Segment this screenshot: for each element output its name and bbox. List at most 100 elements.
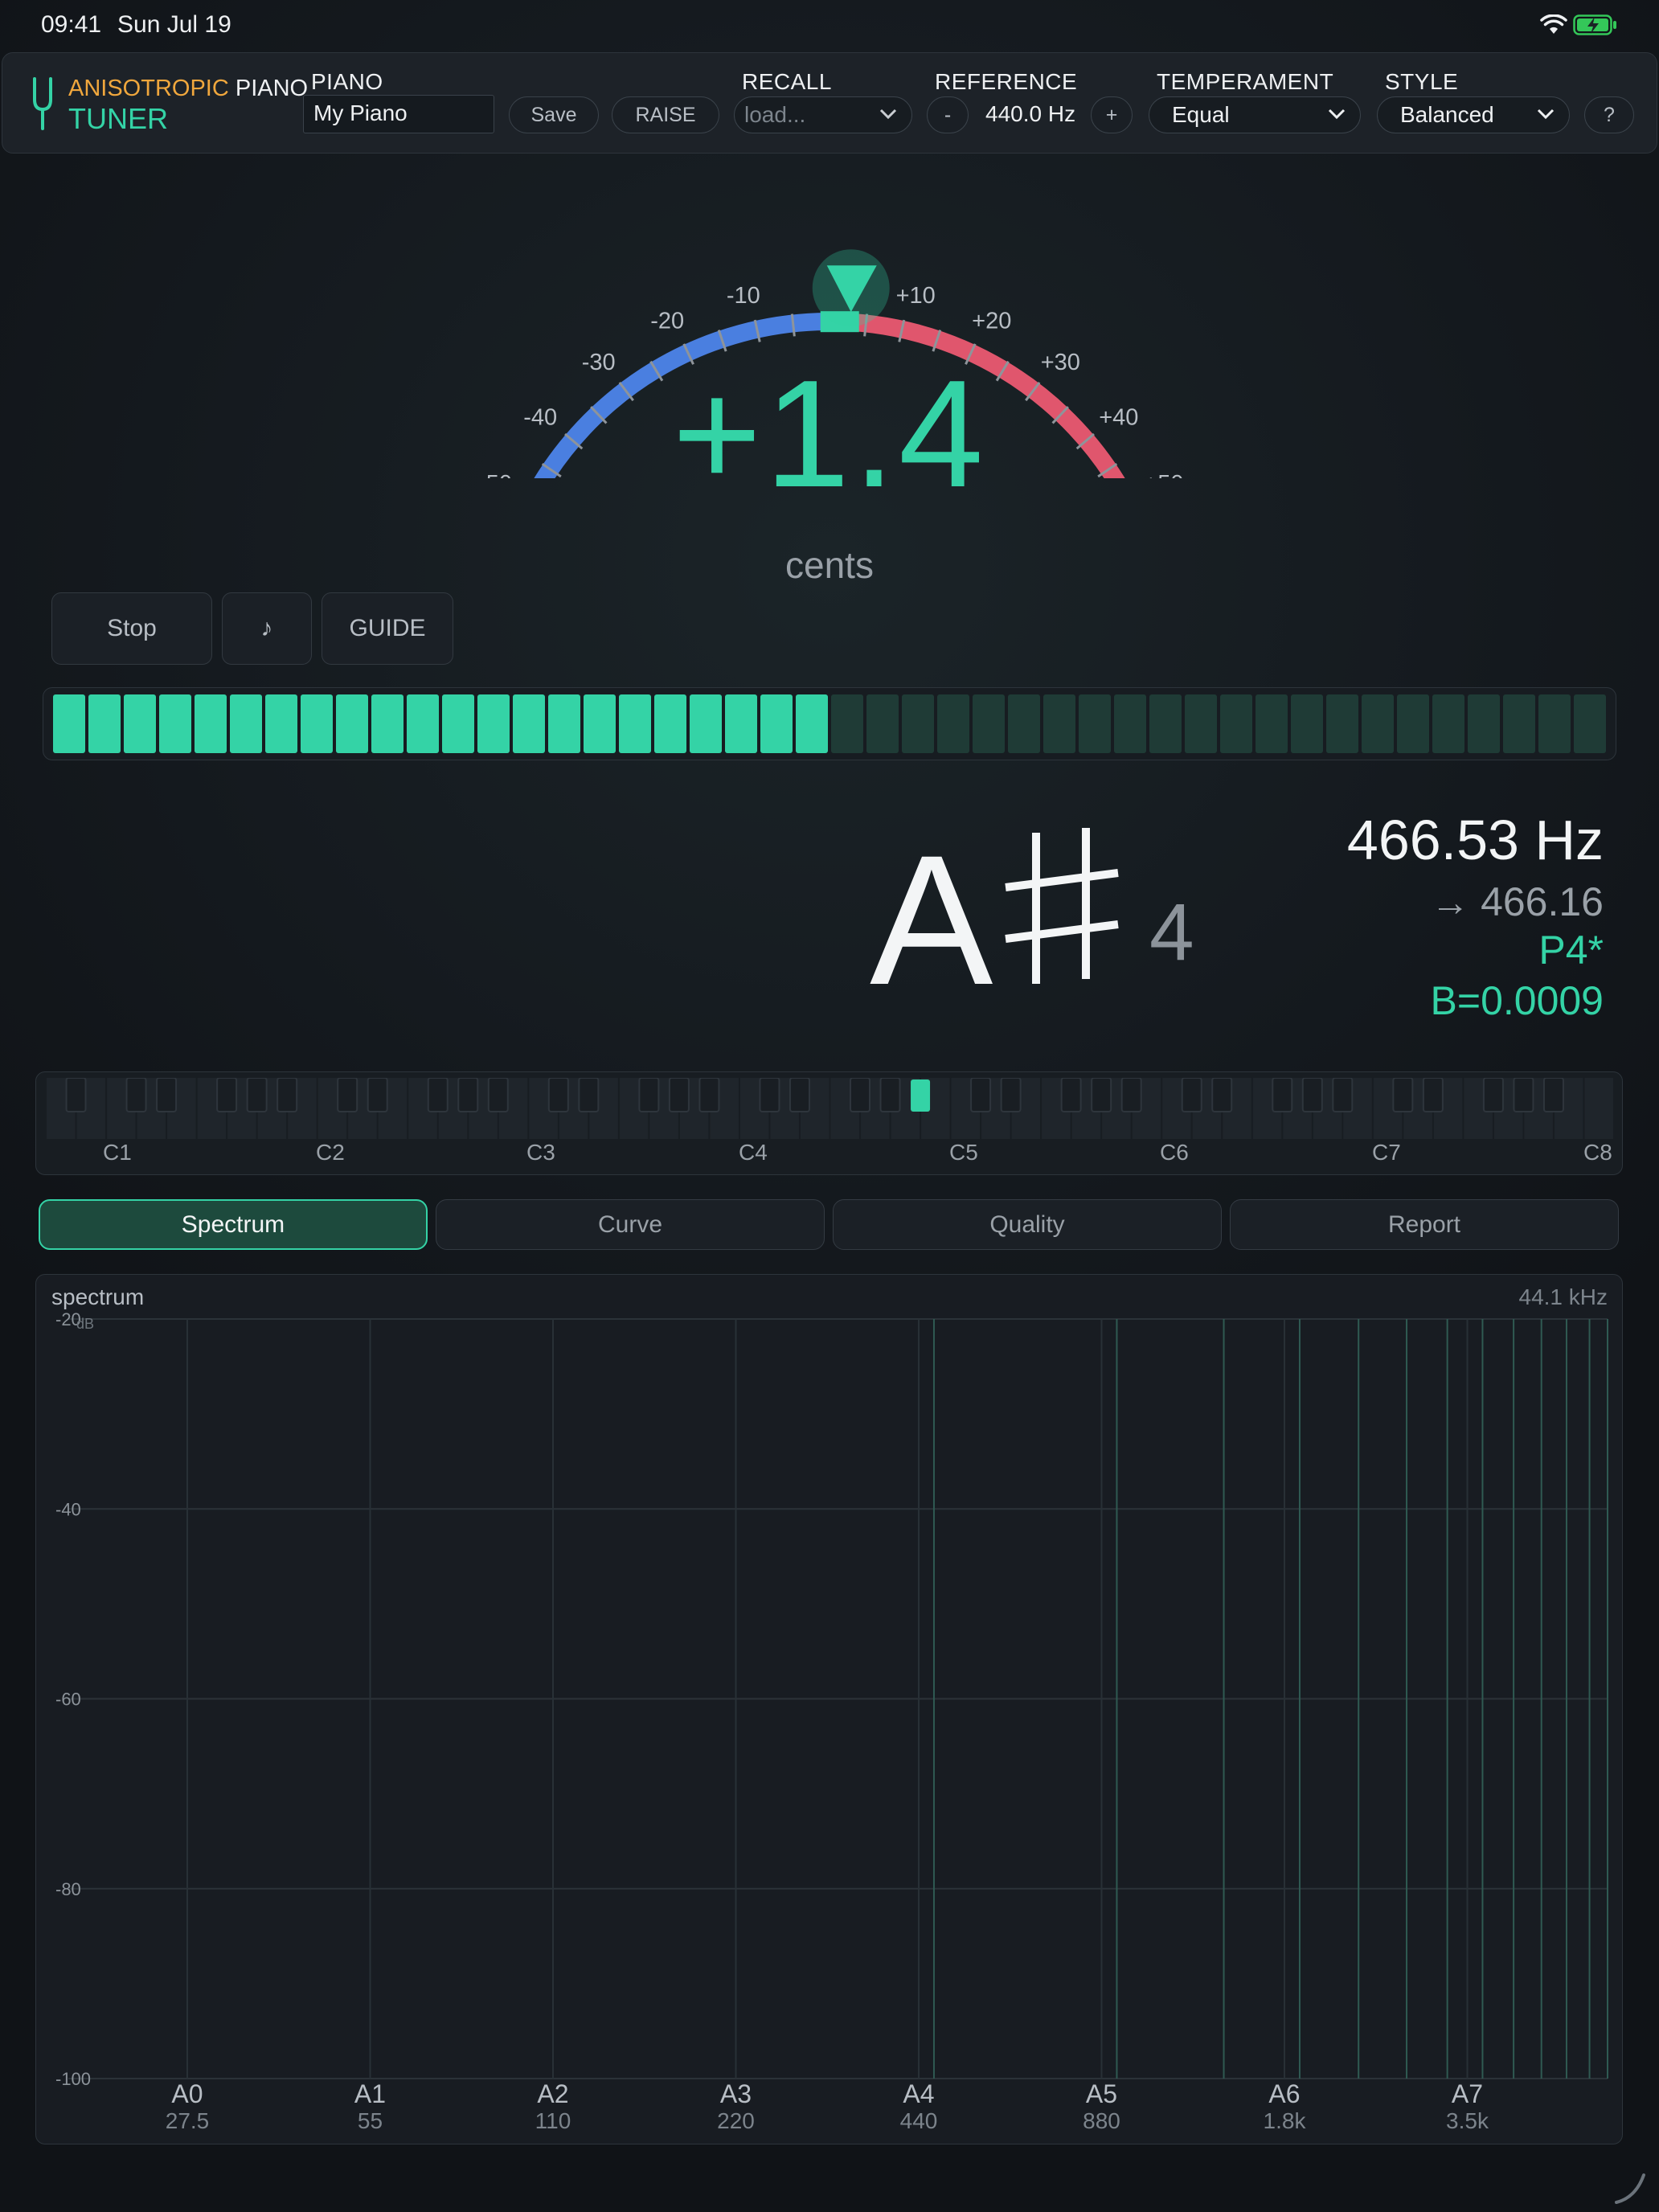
- spectrum-y-tick-label: -40: [55, 1499, 81, 1519]
- black-key[interactable]: [1392, 1078, 1414, 1112]
- detected-frequency: 466.53 Hz: [1346, 809, 1604, 871]
- level-meter-segment: [937, 694, 969, 753]
- level-meter-segment: [1574, 694, 1606, 753]
- music-note-icon: ♪: [260, 615, 273, 641]
- level-meter-segment: [124, 694, 156, 753]
- black-key[interactable]: [65, 1078, 87, 1112]
- level-meter-segment: [88, 694, 121, 753]
- black-key[interactable]: [156, 1078, 178, 1112]
- tab-spectrum[interactable]: Spectrum: [39, 1199, 428, 1250]
- black-key[interactable]: [1272, 1078, 1293, 1112]
- black-key[interactable]: [1513, 1078, 1534, 1112]
- stop-button[interactable]: Stop: [51, 592, 212, 665]
- guide-button[interactable]: GUIDE: [322, 592, 453, 665]
- level-meter-segment: [301, 694, 333, 753]
- note-octave: 4: [1149, 887, 1194, 977]
- level-meter-segment: [973, 694, 1005, 753]
- black-key[interactable]: [427, 1078, 449, 1112]
- octave-label-c3: C3: [526, 1140, 555, 1165]
- black-key[interactable]: [1060, 1078, 1082, 1112]
- brand-word-tuner: TUNER: [68, 102, 168, 135]
- resize-handle-icon[interactable]: [1612, 2170, 1647, 2206]
- black-key[interactable]: [668, 1078, 690, 1112]
- black-key[interactable]: [638, 1078, 660, 1112]
- reference-tone-button[interactable]: ♪: [222, 592, 312, 665]
- status-time: 09:41: [41, 11, 102, 38]
- level-meter-segment: [654, 694, 686, 753]
- black-key[interactable]: [125, 1078, 147, 1112]
- black-key[interactable]: [1301, 1078, 1323, 1112]
- black-key[interactable]: [1181, 1078, 1202, 1112]
- level-meter-segment: [1008, 694, 1040, 753]
- black-key[interactable]: [1542, 1078, 1564, 1112]
- black-key[interactable]: [879, 1078, 901, 1112]
- level-meter-segment: [265, 694, 297, 753]
- black-key[interactable]: [1332, 1078, 1354, 1112]
- help-button[interactable]: ?: [1584, 96, 1634, 133]
- raise-button[interactable]: RAISE: [612, 96, 719, 133]
- level-meter-segment: [53, 694, 85, 753]
- spectrum-plot: -20-40-60-80-100dBA027.5A155A2110A3220A4…: [55, 1309, 1608, 2133]
- black-key[interactable]: [276, 1078, 298, 1112]
- sample-rate: 44.1 kHz: [1518, 1284, 1608, 1309]
- gauge-tick-label: -20: [650, 309, 684, 334]
- tab-curve[interactable]: Curve: [436, 1199, 825, 1250]
- spectrum-x-freq-label: 55: [358, 2108, 383, 2133]
- tab-report[interactable]: Report: [1230, 1199, 1619, 1250]
- black-key[interactable]: [246, 1078, 268, 1112]
- recall-label: RECALL: [742, 69, 832, 94]
- level-meter-segment: [1397, 694, 1429, 753]
- black-key[interactable]: [487, 1078, 509, 1112]
- style-select[interactable]: Balanced: [1377, 96, 1570, 133]
- white-key[interactable]: [1584, 1078, 1613, 1139]
- level-meter-segment: [230, 694, 262, 753]
- black-key[interactable]: [216, 1078, 238, 1112]
- black-key[interactable]: [1120, 1078, 1142, 1112]
- black-key[interactable]: [850, 1078, 871, 1112]
- temperament-select[interactable]: Equal: [1149, 96, 1361, 133]
- reference-label: REFERENCE: [935, 69, 1078, 94]
- gauge-tick-label: -50: [478, 471, 512, 478]
- piano-name-input[interactable]: My Piano: [303, 95, 494, 133]
- arrow-right-icon: →: [1431, 882, 1470, 924]
- keyboard-keys[interactable]: [46, 1078, 1614, 1139]
- tab-quality[interactable]: Quality: [833, 1199, 1222, 1250]
- level-meter-segment: [407, 694, 439, 753]
- level-meter-segment: [477, 694, 510, 753]
- level-meter-segment: [1291, 694, 1323, 753]
- level-meter-segment: [1114, 694, 1146, 753]
- spectrum-y-tick-label: -60: [55, 1690, 81, 1710]
- cents-unit-label: cents: [785, 544, 874, 586]
- black-key[interactable]: [970, 1078, 992, 1112]
- recall-select[interactable]: load...: [734, 96, 912, 133]
- spectrum-x-note-label: A2: [537, 2079, 568, 2108]
- black-key[interactable]: [1091, 1078, 1112, 1112]
- black-key[interactable]: [1422, 1078, 1444, 1112]
- temperament-label: TEMPERAMENT: [1157, 69, 1334, 94]
- black-key[interactable]: [337, 1078, 358, 1112]
- save-button[interactable]: Save: [509, 96, 599, 133]
- gauge-tick-label: +10: [896, 283, 936, 309]
- black-key[interactable]: [759, 1078, 780, 1112]
- active-key-a-sharp-4[interactable]: [911, 1079, 931, 1112]
- black-key[interactable]: [1211, 1078, 1233, 1112]
- reference-decrease-button[interactable]: -: [927, 96, 969, 133]
- level-meter-segment: [1362, 694, 1394, 753]
- spectrum-x-freq-label: 440: [900, 2108, 938, 2133]
- black-key[interactable]: [457, 1078, 479, 1112]
- level-meter-segment: [1220, 694, 1252, 753]
- level-meter-segment: [159, 694, 191, 753]
- black-key[interactable]: [1000, 1078, 1022, 1112]
- reference-increase-button[interactable]: +: [1091, 96, 1133, 133]
- black-key[interactable]: [547, 1078, 569, 1112]
- level-meter-segment: [1432, 694, 1464, 753]
- black-key[interactable]: [367, 1078, 388, 1112]
- level-meter-segment: [1468, 694, 1500, 753]
- black-key[interactable]: [578, 1078, 600, 1112]
- black-key[interactable]: [789, 1078, 810, 1112]
- black-key[interactable]: [1482, 1078, 1504, 1112]
- spectrum-x-freq-label: 880: [1083, 2108, 1120, 2133]
- chevron-down-icon: [879, 109, 897, 120]
- black-key[interactable]: [698, 1078, 720, 1112]
- spectrum-x-note-label: A7: [1452, 2079, 1483, 2108]
